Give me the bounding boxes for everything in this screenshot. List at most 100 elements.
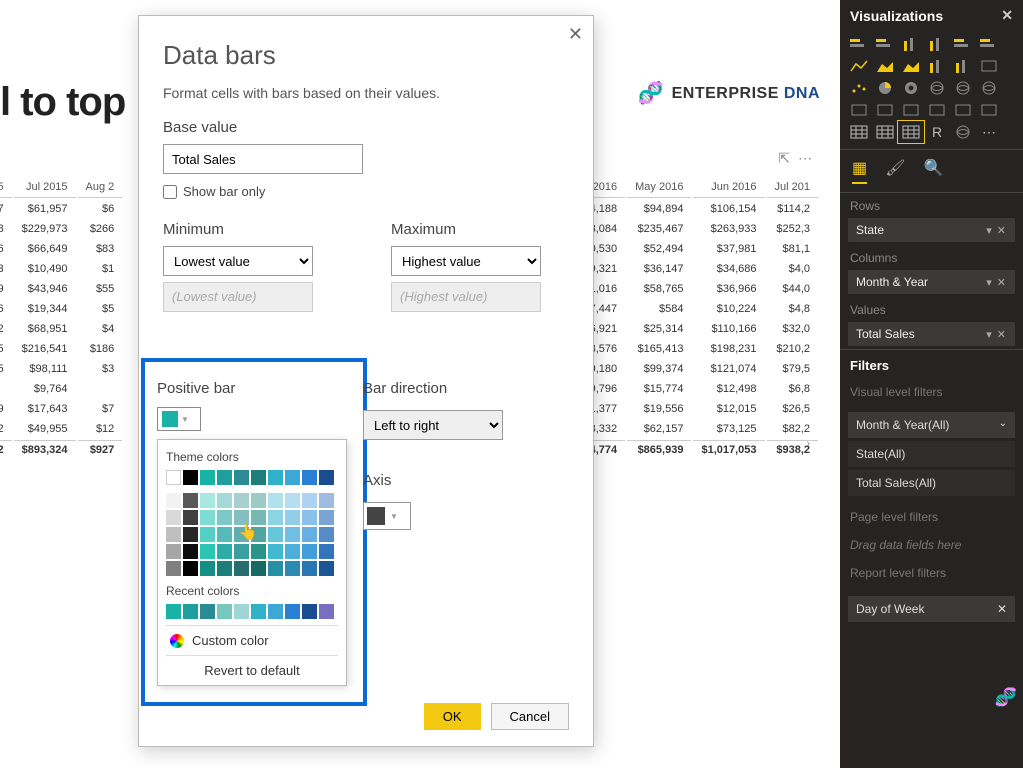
viz-stacked-bar-100-icon[interactable] [950,33,976,55]
viz-map-icon[interactable] [950,77,976,99]
collapse-panel-icon[interactable]: ✕ [1001,7,1013,24]
viz-r-visual-icon[interactable]: R [924,121,950,143]
viz-gauge-icon[interactable] [872,99,898,121]
recent-color-cell[interactable] [166,604,181,619]
close-icon[interactable]: ✕ [568,24,583,45]
custom-color-action[interactable]: Custom color [166,625,338,655]
color-cell[interactable] [166,493,181,508]
values-field-pill[interactable]: Total Sales▾ ✕ [848,322,1015,346]
show-bar-only-checkbox[interactable] [163,185,177,199]
color-cell[interactable] [234,544,249,559]
rows-field-pill[interactable]: State▾ ✕ [848,218,1015,242]
color-cell[interactable] [183,510,198,525]
color-cell[interactable] [166,561,181,576]
recent-color-cell[interactable] [302,604,317,619]
viz-stacked-bar-icon[interactable] [846,33,872,55]
field-menu-icon[interactable]: ▾ ✕ [986,276,1007,289]
color-cell[interactable] [285,510,300,525]
color-cell[interactable] [285,544,300,559]
color-cell[interactable] [302,510,317,525]
cancel-button[interactable]: Cancel [491,703,569,730]
recent-color-cell[interactable] [217,604,232,619]
color-cell[interactable] [251,527,266,542]
analytics-tab-icon[interactable]: 🔍 [923,158,943,184]
minimum-select[interactable]: Lowest value [163,246,313,276]
color-cell[interactable] [217,544,232,559]
color-cell[interactable] [251,470,266,485]
color-cell[interactable] [285,493,300,508]
color-cell[interactable] [268,470,283,485]
focus-mode-icon[interactable]: ⇱ [778,150,790,167]
color-cell[interactable] [217,493,232,508]
color-cell[interactable] [166,544,181,559]
recent-color-cell[interactable] [285,604,300,619]
viz-scatter-icon[interactable] [846,77,872,99]
viz-pie-icon[interactable] [872,77,898,99]
color-cell[interactable] [268,561,283,576]
color-cell[interactable] [302,544,317,559]
color-cell[interactable] [183,493,198,508]
color-cell[interactable] [166,510,181,525]
color-cell[interactable] [251,561,266,576]
color-cell[interactable] [285,470,300,485]
fields-tab-icon[interactable]: ▦ [852,158,867,184]
color-cell[interactable] [319,544,334,559]
viz-donut-icon[interactable] [898,77,924,99]
color-cell[interactable] [234,561,249,576]
viz-card-icon[interactable] [898,99,924,121]
maximum-select[interactable]: Highest value [391,246,541,276]
filter-state[interactable]: State(All) [848,441,1015,467]
color-cell[interactable] [183,470,198,485]
viz-globe-icon[interactable] [950,121,976,143]
viz-slicer-icon[interactable] [976,99,1002,121]
color-cell[interactable] [268,510,283,525]
color-cell[interactable] [234,510,249,525]
color-cell[interactable] [200,527,215,542]
color-cell[interactable] [302,493,317,508]
viz-line-column-icon[interactable] [924,55,950,77]
recent-color-cell[interactable] [319,604,334,619]
color-cell[interactable] [234,470,249,485]
color-cell[interactable] [200,510,215,525]
viz-line-icon[interactable] [846,55,872,77]
viz-matrix-new-icon[interactable] [898,121,924,143]
recent-color-cell[interactable] [200,604,215,619]
horizontal-scroll-indicator[interactable]: › [806,438,810,450]
color-cell[interactable] [319,527,334,542]
color-cell[interactable] [319,470,334,485]
viz-clustered-bar-100-icon[interactable] [976,33,1002,55]
viz-more-icon[interactable]: ⋯ [976,121,1002,143]
bar-direction-select[interactable]: Left to right [363,410,503,440]
color-cell[interactable] [268,544,283,559]
viz-clustered-column-icon[interactable] [924,33,950,55]
color-cell[interactable] [319,493,334,508]
color-cell[interactable] [200,561,215,576]
color-cell[interactable] [302,561,317,576]
color-cell[interactable] [285,527,300,542]
color-cell[interactable] [217,561,232,576]
color-cell[interactable] [183,527,198,542]
viz-area-icon[interactable] [872,55,898,77]
base-value-input[interactable] [163,144,363,174]
color-cell[interactable] [166,470,181,485]
field-menu-icon[interactable]: ▾ ✕ [986,328,1007,341]
color-cell[interactable] [200,544,215,559]
viz-kpi-icon[interactable] [950,99,976,121]
color-cell[interactable] [200,493,215,508]
color-cell[interactable] [217,470,232,485]
viz-multi-card-icon[interactable] [924,99,950,121]
color-cell[interactable] [217,527,232,542]
color-cell[interactable] [200,470,215,485]
viz-table-icon[interactable] [846,121,872,143]
remove-filter-icon[interactable]: ✕ [997,602,1007,616]
filter-month-year[interactable]: Month & Year(All)⌄ [848,412,1015,438]
columns-field-pill[interactable]: Month & Year▾ ✕ [848,270,1015,294]
viz-matrix-icon[interactable] [872,121,898,143]
format-tab-icon[interactable]: 🖌 [885,158,905,184]
color-cell[interactable] [319,561,334,576]
viz-stacked-area-icon[interactable] [898,55,924,77]
color-cell[interactable] [251,544,266,559]
filter-total-sales[interactable]: Total Sales(All) [848,470,1015,496]
recent-color-cell[interactable] [234,604,249,619]
color-cell[interactable] [268,527,283,542]
